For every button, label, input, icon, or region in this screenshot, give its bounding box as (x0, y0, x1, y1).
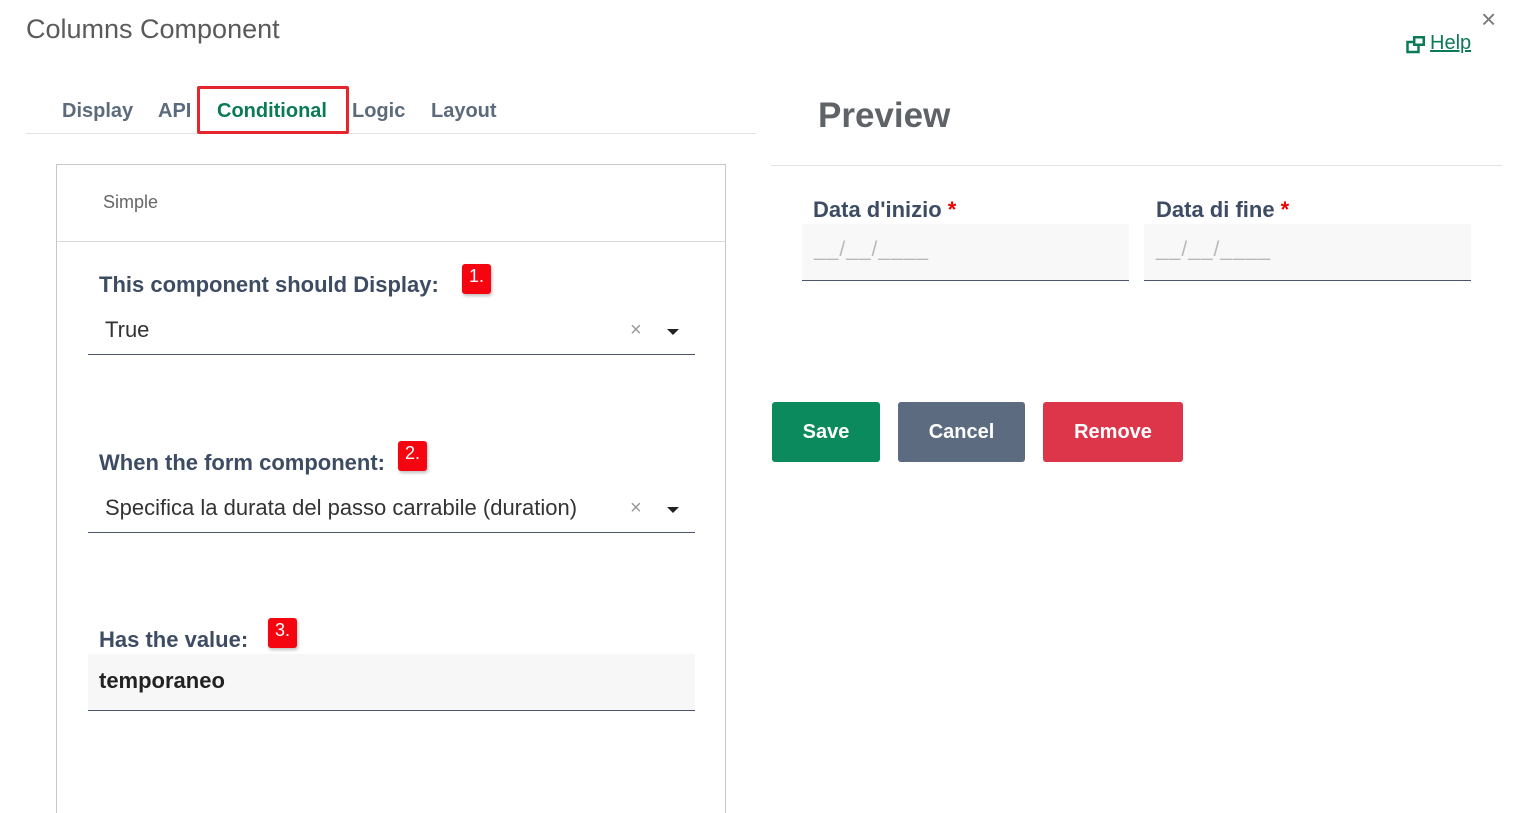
tab-bar: Display API Conditional Logic Layout (26, 86, 756, 134)
value-input[interactable]: temporaneo (88, 654, 695, 711)
save-button[interactable]: Save (772, 402, 880, 462)
tab-display[interactable]: Display (62, 86, 133, 134)
preview-title: Preview (818, 96, 951, 135)
end-date-input[interactable]: __/__/____ (1144, 224, 1471, 281)
clear-icon[interactable]: × (630, 319, 642, 342)
cancel-button[interactable]: Cancel (898, 402, 1025, 462)
external-windows-icon (1406, 34, 1428, 54)
tab-conditional[interactable]: Conditional (217, 86, 327, 134)
display-label: This component should Display: (99, 272, 439, 297)
clear-icon[interactable]: × (630, 497, 642, 520)
annotation-badge-1: 1. (462, 264, 492, 294)
end-date-label-text: Data di fine (1156, 197, 1275, 222)
display-select-value: True (105, 317, 150, 342)
when-select-value: Specifica la durata del passo carrabile … (105, 495, 578, 520)
when-select[interactable]: Specifica la durata del passo carrabile … (88, 487, 695, 533)
required-marker: * (947, 197, 957, 222)
close-icon[interactable]: × (1481, 6, 1496, 32)
end-date-label: Data di fine * (1156, 197, 1289, 223)
display-select[interactable]: True × (88, 309, 695, 355)
caret-down-icon[interactable] (667, 329, 679, 335)
tab-layout[interactable]: Layout (431, 86, 497, 134)
when-label: When the form component: (99, 450, 385, 475)
panel-header: Simple (57, 165, 725, 242)
annotation-badge-2: 2. (398, 441, 428, 471)
start-date-label: Data d'inizio * (813, 197, 956, 223)
help-label: Help (1430, 32, 1472, 54)
dialog-title: Columns Component (26, 14, 280, 44)
remove-button[interactable]: Remove (1043, 402, 1183, 462)
required-marker: * (1280, 197, 1290, 222)
caret-down-icon[interactable] (667, 507, 679, 513)
annotation-badge-3: 3. (268, 618, 298, 648)
start-date-label-text: Data d'inizio (813, 197, 942, 222)
tab-logic[interactable]: Logic (352, 86, 405, 134)
help-link[interactable]: Help (1406, 32, 1471, 55)
start-date-input[interactable]: __/__/____ (802, 224, 1129, 281)
preview-divider (771, 165, 1502, 166)
tab-api[interactable]: API (158, 86, 191, 134)
value-label: Has the value: (99, 627, 249, 652)
